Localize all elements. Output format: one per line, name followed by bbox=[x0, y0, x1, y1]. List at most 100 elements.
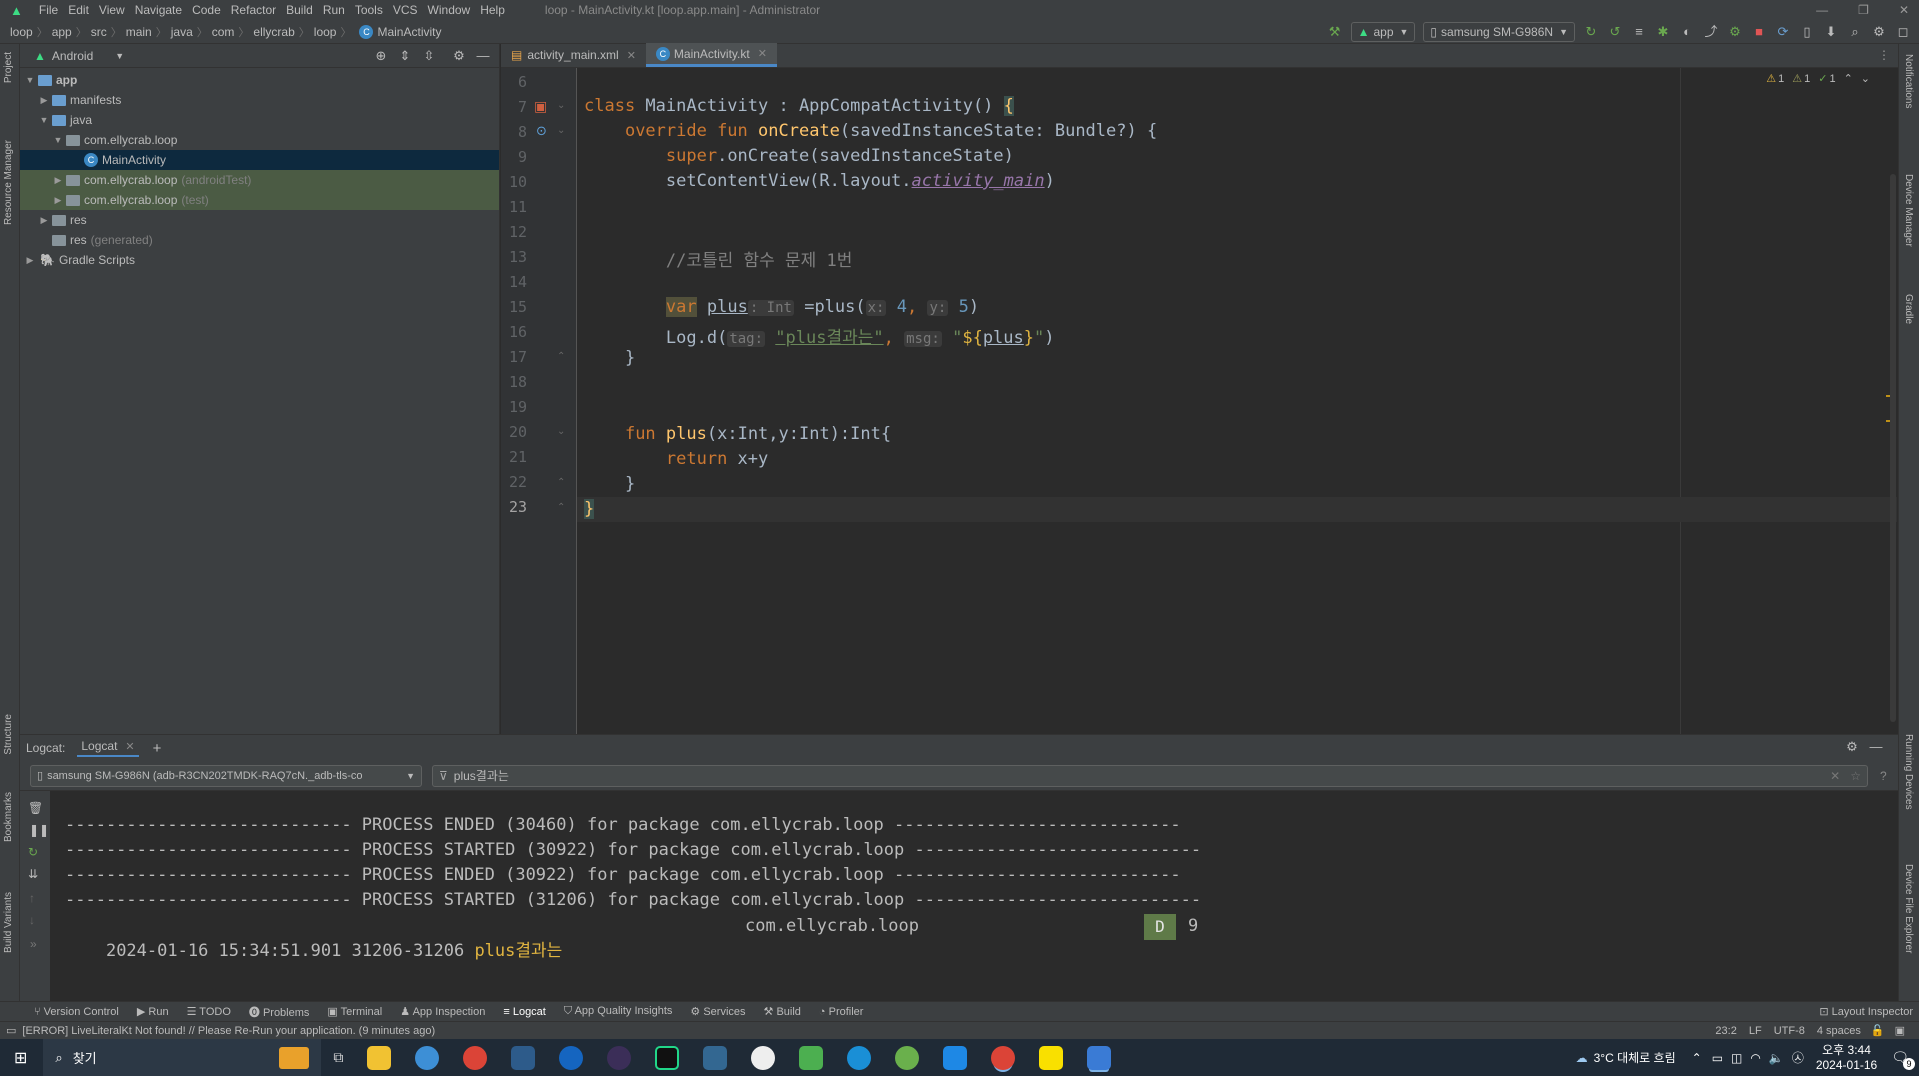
status-message[interactable]: [ERROR] LiveLiteralKt Not found! // Plea… bbox=[22, 1025, 435, 1037]
tool-project[interactable]: Project bbox=[3, 52, 14, 83]
ime-icon[interactable]: ㉦ bbox=[1792, 1049, 1804, 1066]
volume-icon[interactable]: 🔈 bbox=[1769, 1051, 1784, 1065]
attach-debugger-icon[interactable]: ⤴ bbox=[1703, 24, 1719, 40]
fold-icon[interactable]: ⌃ bbox=[557, 351, 565, 362]
fold-icon[interactable]: ⌄ bbox=[557, 125, 565, 136]
tool-logcat[interactable]: ≡ Logcat bbox=[503, 1006, 546, 1018]
breadcrumb-main[interactable]: main bbox=[126, 25, 152, 39]
tree-item-package-test[interactable]: ▶ com.ellycrab.loop (test) bbox=[20, 190, 499, 210]
menu-help[interactable]: Help bbox=[480, 3, 505, 17]
tree-item-package-main[interactable]: ▼ com.ellycrab.loop bbox=[20, 130, 499, 150]
fold-icon[interactable]: ⌄ bbox=[557, 100, 565, 111]
tree-item-package-androidtest[interactable]: ▶ com.ellycrab.loop (androidTest) bbox=[20, 170, 499, 190]
chevron-right-icon[interactable]: ▶ bbox=[38, 215, 50, 226]
taskbar-search[interactable]: ⌕ 찾기 bbox=[43, 1039, 322, 1076]
arrow-up-icon[interactable]: ↑ bbox=[29, 891, 35, 905]
status-toggle-icon[interactable]: ▭ bbox=[6, 1024, 16, 1037]
chevron-up-icon[interactable]: ⌃ bbox=[1692, 1051, 1702, 1065]
edge-icon[interactable] bbox=[847, 1045, 872, 1070]
inspection-widget[interactable]: ⚠ 1 ⚠ 1 ✓ 1 ⌃ ⌄ bbox=[1766, 72, 1870, 86]
chevron-up-icon[interactable]: ⌃ bbox=[1844, 72, 1853, 85]
activity-layout-icon[interactable]: ▣ bbox=[534, 98, 547, 115]
close-window-icon[interactable]: ✕ bbox=[1899, 3, 1909, 17]
debug-icon[interactable]: ✱ bbox=[1655, 24, 1671, 40]
expand-all-icon[interactable]: ⇕ bbox=[397, 48, 413, 64]
tree-item-java[interactable]: ▼ java bbox=[20, 110, 499, 130]
close-icon[interactable]: ✕ bbox=[627, 49, 636, 62]
scroll-to-end-icon[interactable]: ⇊ bbox=[28, 867, 38, 881]
chevron-down-icon[interactable]: ⌄ bbox=[1861, 72, 1870, 85]
code-line-13[interactable]: //코틀린 함수 문제 1번 bbox=[584, 246, 853, 271]
chrome-icon[interactable] bbox=[463, 1045, 488, 1070]
tool-build[interactable]: ⚒ Build bbox=[764, 1005, 801, 1018]
menu-code[interactable]: Code bbox=[192, 3, 221, 17]
app-icon-blue[interactable] bbox=[559, 1045, 584, 1070]
app-icon-green[interactable] bbox=[799, 1045, 824, 1070]
more-tabs-icon[interactable]: ⋮ bbox=[1878, 48, 1890, 62]
menu-run[interactable]: Run bbox=[323, 3, 345, 17]
eclipse-icon[interactable] bbox=[607, 1045, 632, 1070]
code-line-8[interactable]: override fun onCreate(savedInstanceState… bbox=[584, 121, 1157, 141]
tool-app-quality-insights[interactable]: ⛉ App Quality Insights bbox=[564, 1005, 673, 1018]
chevron-right-icon[interactable]: ▶ bbox=[52, 195, 64, 206]
log-entry[interactable]: 2024-01-16 15:34:51.901 31206-31206 plus… bbox=[65, 916, 562, 981]
hide-panel-icon[interactable]: — bbox=[475, 48, 491, 64]
code-line-20[interactable]: fun plus(x:Int,y:Int):Int{ bbox=[584, 424, 891, 444]
account-icon[interactable]: ◻ bbox=[1895, 24, 1911, 40]
wifi-icon[interactable]: ◠ bbox=[1750, 1051, 1760, 1065]
tool-structure[interactable]: Structure bbox=[3, 714, 14, 755]
profile-icon[interactable]: ◐ bbox=[1679, 24, 1695, 40]
vscode-icon[interactable] bbox=[943, 1045, 968, 1070]
weather-text[interactable]: 3°C 대체로 흐림 bbox=[1594, 1049, 1676, 1066]
override-method-icon[interactable]: ⊙ bbox=[536, 123, 547, 139]
arrow-down-icon[interactable]: ↓ bbox=[29, 913, 35, 927]
tool-gradle[interactable]: Gradle bbox=[1903, 294, 1914, 324]
tree-item-app[interactable]: ▼ app bbox=[20, 70, 499, 90]
pycharm-icon[interactable] bbox=[655, 1045, 680, 1070]
chevron-right-icon[interactable]: ▶ bbox=[38, 95, 50, 106]
tool-services[interactable]: ⚙ Services bbox=[690, 1005, 745, 1018]
run-menu-icon[interactable]: ≡ bbox=[1631, 24, 1647, 40]
code-line-10[interactable]: setContentView(R.layout.activity_main) bbox=[584, 171, 1055, 191]
database-icon[interactable] bbox=[703, 1045, 728, 1070]
chevron-down-icon[interactable]: ▼ bbox=[38, 115, 50, 125]
settings-icon[interactable]: ⚙ bbox=[1871, 24, 1887, 40]
logcat-tab[interactable]: Logcat ✕ bbox=[77, 739, 139, 757]
device-manager-icon[interactable]: ▯ bbox=[1799, 24, 1815, 40]
tool-device-file-explorer[interactable]: Device File Explorer bbox=[1903, 864, 1914, 953]
menu-build[interactable]: Build bbox=[286, 3, 313, 17]
tool-app-inspection[interactable]: ♟ App Inspection bbox=[400, 1005, 485, 1018]
apply-code-changes-icon[interactable]: ↺ bbox=[1607, 24, 1623, 40]
chevron-down-icon[interactable]: ▼ bbox=[115, 51, 124, 61]
tool-running-devices[interactable]: Running Devices bbox=[1903, 734, 1914, 810]
hammer-icon[interactable]: ⚒ bbox=[1327, 24, 1343, 40]
file-explorer-icon[interactable] bbox=[367, 1045, 392, 1070]
tab-activity-main-xml[interactable]: ▤ activity_main.xml ✕ bbox=[501, 43, 646, 67]
tool-profiler[interactable]: ◔ Profiler bbox=[819, 1006, 864, 1018]
tool-todo[interactable]: ☰ TODO bbox=[187, 1005, 231, 1018]
fold-icon[interactable]: ⌃ bbox=[557, 502, 565, 513]
tool-run[interactable]: ▶ Run bbox=[137, 1005, 169, 1018]
breadcrumb-loop[interactable]: loop bbox=[10, 25, 33, 39]
memory-icon[interactable]: ▣ bbox=[1895, 1024, 1905, 1037]
clock[interactable]: 오후 3:44 2024-01-16 bbox=[1816, 1043, 1877, 1073]
task-view-icon[interactable]: ⧉ bbox=[333, 1049, 343, 1066]
code-line-22[interactable]: } bbox=[584, 474, 635, 494]
chrome-active-icon[interactable] bbox=[991, 1045, 1016, 1070]
chevron-right-icon[interactable]: ▶ bbox=[24, 255, 36, 266]
device-select[interactable]: ▯ samsung SM-G986N ▼ bbox=[1423, 22, 1575, 42]
menu-window[interactable]: Window bbox=[428, 3, 471, 17]
notification-icon[interactable]: 🗨 9 bbox=[1891, 1049, 1915, 1070]
menu-edit[interactable]: Edit bbox=[68, 3, 89, 17]
tab-mainactivity-kt[interactable]: C MainActivity.kt ✕ bbox=[645, 43, 777, 67]
add-tab-icon[interactable]: + bbox=[153, 740, 162, 757]
fold-icon[interactable]: ⌃ bbox=[557, 477, 565, 488]
collapse-all-icon[interactable]: ⇳ bbox=[421, 48, 437, 64]
clear-icon[interactable]: ✕ bbox=[1830, 769, 1840, 783]
kakaotalk-icon[interactable] bbox=[1039, 1045, 1064, 1070]
app-icon-leaf[interactable] bbox=[895, 1045, 920, 1070]
tool-terminal[interactable]: ▣ Terminal bbox=[327, 1005, 382, 1018]
tree-item-res-generated[interactable]: res (generated) bbox=[20, 230, 499, 250]
restart-icon[interactable]: ↻ bbox=[28, 845, 38, 859]
code-line-16[interactable]: Log.d(tag: "plus결과는", msg: "${plus}") bbox=[584, 323, 1055, 348]
